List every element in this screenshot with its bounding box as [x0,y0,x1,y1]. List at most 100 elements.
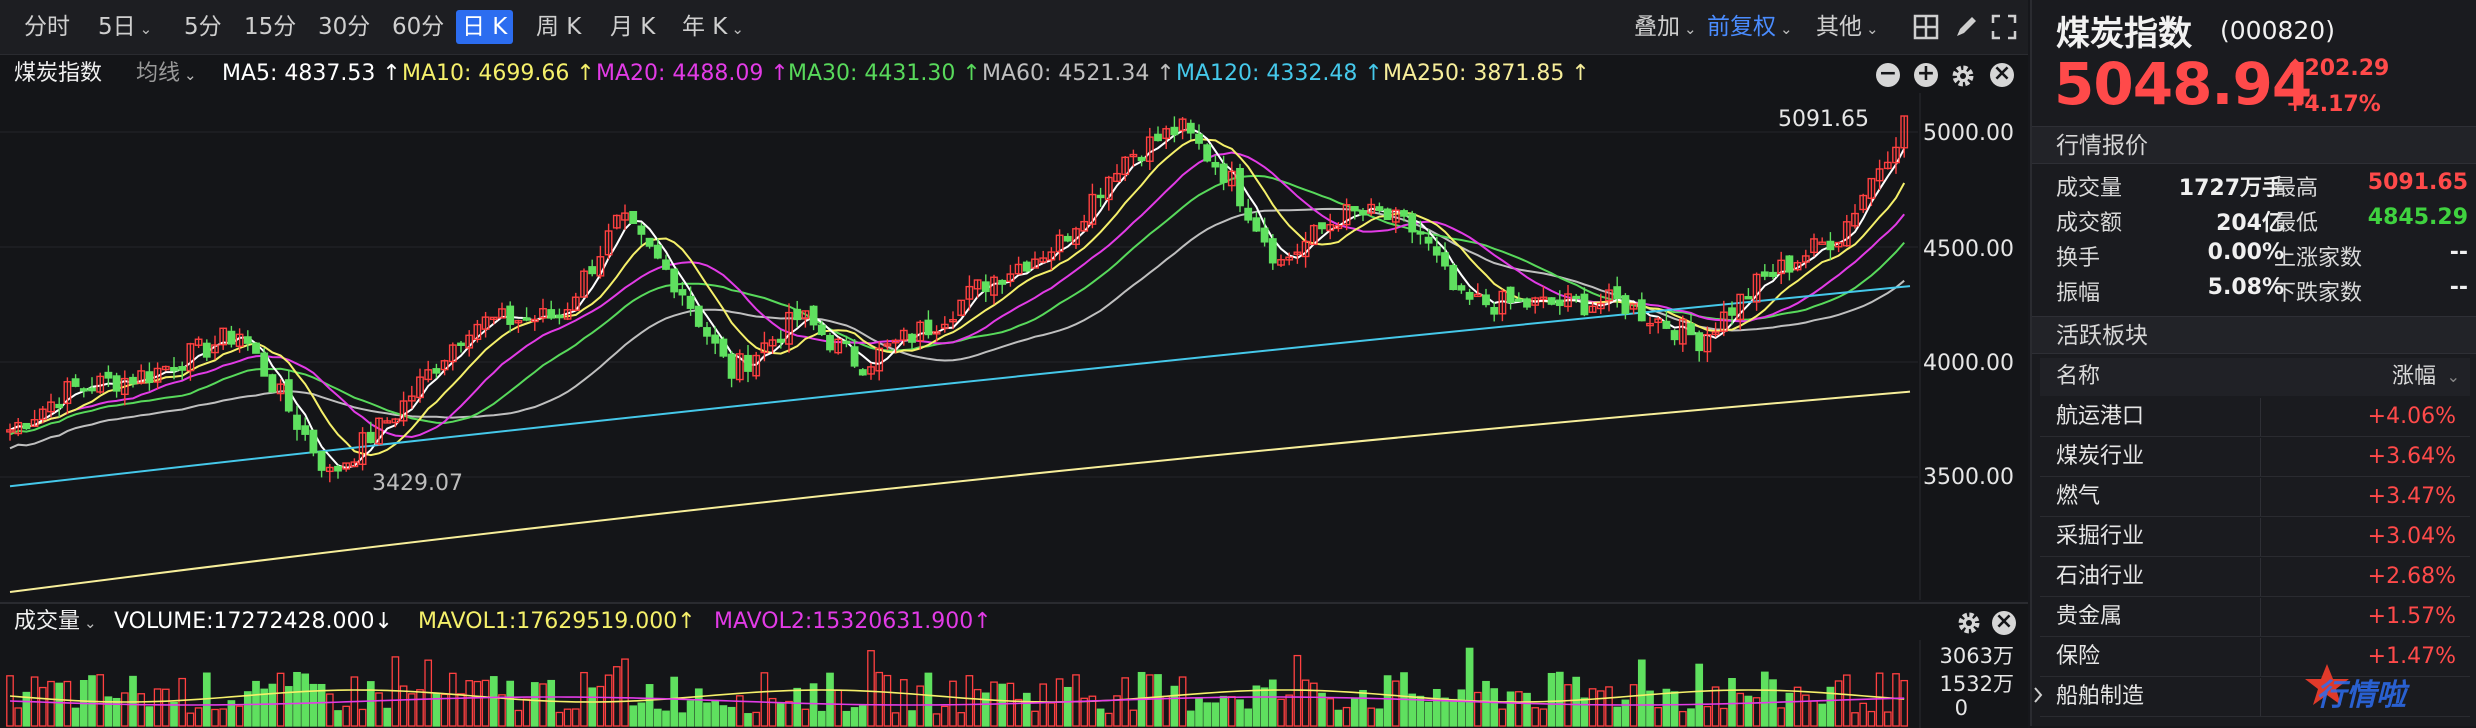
tab-period[interactable]: 分时 [18,10,76,44]
volume-bar [268,683,277,727]
close-icon[interactable]: × [1990,63,2014,87]
tab-period[interactable]: 月 K [604,10,661,44]
grid-layout-icon[interactable] [1912,13,1940,41]
settings-gear-icon[interactable] [1950,63,1976,89]
adjust-menu[interactable]: 前复权 ⌄ [1707,10,1793,44]
volume-bar [1719,707,1728,727]
candle-body [1744,296,1753,300]
close-icon[interactable]: × [1992,611,2016,635]
sector-row[interactable]: 燃气 +3.47% [2040,478,2470,517]
candle-body [317,450,326,471]
sector-row[interactable]: 采掘行业 +3.04% [2040,518,2470,557]
volume-bar [1490,688,1499,727]
volume-bar [1391,680,1400,727]
kline-panel: 煤炭指数 均线 ⌄ MA5: 4837.53 ↑ MA10: 4699.66 ↑ … [0,55,2028,600]
tab-period[interactable]: 30分 [312,10,376,44]
volume-bar [1892,673,1900,727]
volume-bar [1318,692,1326,727]
sector-name-col: 名称 [2056,364,2101,389]
volume-bar [1506,691,1515,727]
candle-body [1613,286,1622,299]
volume-bar [817,710,826,727]
collapse-arrow-icon[interactable] [2032,680,2044,710]
volume-bar [219,708,228,727]
candle-body [71,378,80,387]
sector-pct: +3.47% [2367,484,2456,509]
candle-body [1408,213,1417,233]
tab-period[interactable]: 15分 [238,10,302,44]
volume-bar [940,705,949,727]
sector-chg-col[interactable]: 涨幅 [2392,358,2436,396]
candle-body [555,314,564,319]
candle-body [1219,163,1228,183]
volume-bar [580,671,588,727]
zoom-in-icon[interactable]: + [1914,63,1938,87]
tab-period[interactable]: 周 K [530,10,587,44]
ma20-legend: MA20: 4488.09 ↑ [596,61,789,86]
volume-bar [276,672,285,727]
volume-bar [1227,696,1236,727]
candle-body [260,352,269,377]
sector-row[interactable]: 贵金属 +1.57% [2040,598,2470,637]
candle-body [145,371,154,383]
sort-chevron-icon[interactable]: ⌄ [2447,358,2460,396]
volume-bar [383,707,392,727]
volume-bar [161,688,170,727]
volume-bar [1432,688,1441,727]
tab-period[interactable]: 5日 ⌄ [92,10,158,44]
candle-body [1244,207,1253,221]
candle-body [637,225,646,235]
settings-gear-icon[interactable] [1956,610,1982,636]
candle-body [1580,293,1589,316]
column-divider [2260,398,2261,436]
candle-body [662,259,670,270]
volume-bar [711,699,720,727]
volume-bar [1818,703,1827,727]
candle-body [506,305,515,325]
quote-sidebar: 煤炭指数 (000820) 5048.94 ⬆202.29 +4.17% 行情报… [2030,0,2476,726]
candle-body [1416,231,1425,235]
sector-row[interactable]: 石油行业 +2.68% [2040,558,2470,597]
volume-bar [1605,686,1613,727]
volume-bar [1121,677,1130,727]
tab-period[interactable]: 年 K ⌄ [676,10,750,44]
candle-body [1449,264,1458,291]
candle-body [1818,241,1827,245]
candle-body [1350,206,1359,212]
other-menu[interactable]: 其他 ⌄ [1816,10,1879,44]
quote-value: 5091.65 [2367,170,2468,195]
ma-toggle[interactable]: 均线 ⌄ [136,55,197,94]
volume-bar [916,685,925,727]
sector-row[interactable]: 航运港口 +4.06% [2040,398,2470,437]
volume-bar [1367,707,1376,727]
draw-pen-icon[interactable] [1952,13,1980,41]
candle-body [1555,299,1564,307]
volume-bar [186,712,195,727]
candle-body [744,354,752,372]
candle-body [1572,295,1581,300]
volume-bar [1080,697,1089,727]
volume-bar [1162,695,1171,727]
tab-period[interactable]: 60分 [386,10,450,44]
chevron-down-icon: ⌄ [731,20,744,38]
volume-bar [14,707,23,727]
volume-indicator-menu[interactable]: 成交量 ⌄ [14,604,97,641]
quote-label: 成交额 [2056,211,2123,236]
volume-bar [1219,695,1228,727]
volume-bar [965,675,974,727]
candle-body [1547,297,1556,305]
adjust-label: 前复权 [1707,14,1776,40]
candle-body [202,342,211,358]
tab-period[interactable]: 日 K [456,10,514,44]
volume-bar [1555,671,1564,727]
fullscreen-icon[interactable] [1990,13,2018,41]
kline-chart[interactable] [0,55,2028,600]
tab-period[interactable]: 5分 [178,10,228,44]
volume-bar [194,707,203,727]
volume-bar [1736,692,1745,727]
overlay-menu[interactable]: 叠加 ⌄ [1634,10,1697,44]
zoom-out-icon[interactable]: − [1876,63,1900,87]
volume-bar [1326,698,1335,727]
sector-row[interactable]: 煤炭行业 +3.64% [2040,438,2470,477]
volume-bar [1301,679,1310,727]
